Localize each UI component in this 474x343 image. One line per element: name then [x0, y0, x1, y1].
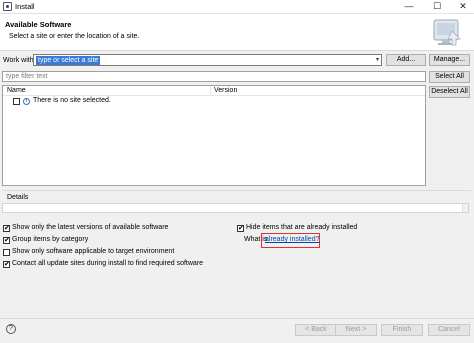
- cancel-button[interactable]: Cancel: [428, 324, 470, 336]
- install-banner-icon: [433, 19, 461, 46]
- column-divider[interactable]: [210, 86, 211, 96]
- column-header-name[interactable]: Name: [7, 87, 26, 94]
- help-icon[interactable]: ?: [6, 324, 16, 334]
- minimize-button[interactable]: —: [398, 0, 420, 14]
- title-bar: Install — ☐ ✕: [0, 0, 474, 14]
- already-installed-link-text[interactable]: already installed: [265, 236, 316, 243]
- row-checkbox[interactable]: [13, 98, 20, 105]
- software-tree[interactable]: Name Version i There is no site selected…: [2, 85, 426, 186]
- select-all-button[interactable]: Select All: [429, 71, 470, 83]
- already-installed-link[interactable]: already installed?: [265, 236, 320, 243]
- wizard-header: Available Software Select a site or ente…: [0, 14, 474, 51]
- details-text-area[interactable]: [2, 203, 469, 213]
- manage-sites-button[interactable]: Manage...: [429, 54, 470, 66]
- contact-all-sites-checkbox[interactable]: [3, 260, 10, 269]
- link-question-mark: ?: [315, 236, 320, 243]
- column-header-version[interactable]: Version: [214, 87, 237, 94]
- group-by-category-checkbox[interactable]: [3, 236, 10, 245]
- chevron-down-icon[interactable]: ▾: [376, 55, 379, 65]
- page-title: Available Software: [5, 20, 72, 29]
- work-with-combo[interactable]: type or select a site ▾: [33, 54, 382, 66]
- maximize-button[interactable]: ☐: [426, 0, 448, 14]
- hide-installed-checkbox[interactable]: [237, 224, 244, 233]
- deselect-all-button[interactable]: Deselect All: [429, 86, 470, 98]
- latest-versions-label: Show only the latest versions of availab…: [12, 224, 169, 231]
- next-button[interactable]: Next >: [335, 324, 377, 336]
- contact-all-sites-label: Contact all update sites during install …: [12, 260, 204, 267]
- add-site-button[interactable]: Add...: [386, 54, 426, 66]
- work-with-value[interactable]: type or select a site: [36, 56, 101, 65]
- latest-versions-checkbox[interactable]: [3, 224, 10, 233]
- details-label: Details: [7, 194, 29, 201]
- row-label: There is no site selected.: [33, 97, 111, 104]
- footer-divider: [0, 318, 474, 319]
- info-icon: i: [23, 98, 30, 105]
- window-title: Install: [15, 2, 35, 11]
- eclipse-app-icon: [3, 2, 12, 11]
- tree-header: Name Version: [3, 86, 425, 96]
- details-scrollbar[interactable]: [462, 204, 468, 212]
- page-description: Select a site or enter the location of a…: [9, 33, 140, 40]
- hide-installed-label: Hide items that are already installed: [246, 224, 358, 231]
- applicable-only-checkbox[interactable]: [3, 249, 10, 256]
- work-with-label: Work with:: [3, 57, 36, 64]
- finish-button[interactable]: Finish: [381, 324, 423, 336]
- applicable-only-label: Show only software applicable to target …: [12, 248, 175, 255]
- back-button[interactable]: < Back: [295, 324, 337, 336]
- group-by-category-label: Group items by category: [12, 236, 89, 243]
- filter-input[interactable]: type filter text: [2, 71, 426, 82]
- close-button[interactable]: ✕: [452, 0, 474, 14]
